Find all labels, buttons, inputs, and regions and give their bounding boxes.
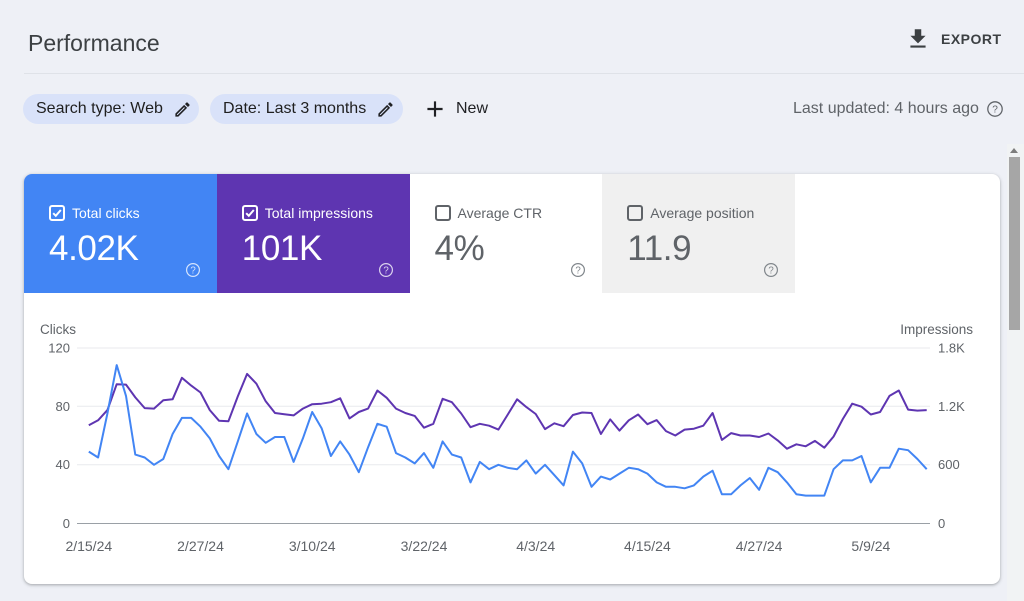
svg-text:?: ? bbox=[576, 265, 582, 276]
svg-text:?: ? bbox=[190, 265, 196, 276]
svg-text:?: ? bbox=[992, 104, 998, 115]
svg-text:?: ? bbox=[768, 265, 774, 276]
svg-text:?: ? bbox=[383, 265, 389, 276]
